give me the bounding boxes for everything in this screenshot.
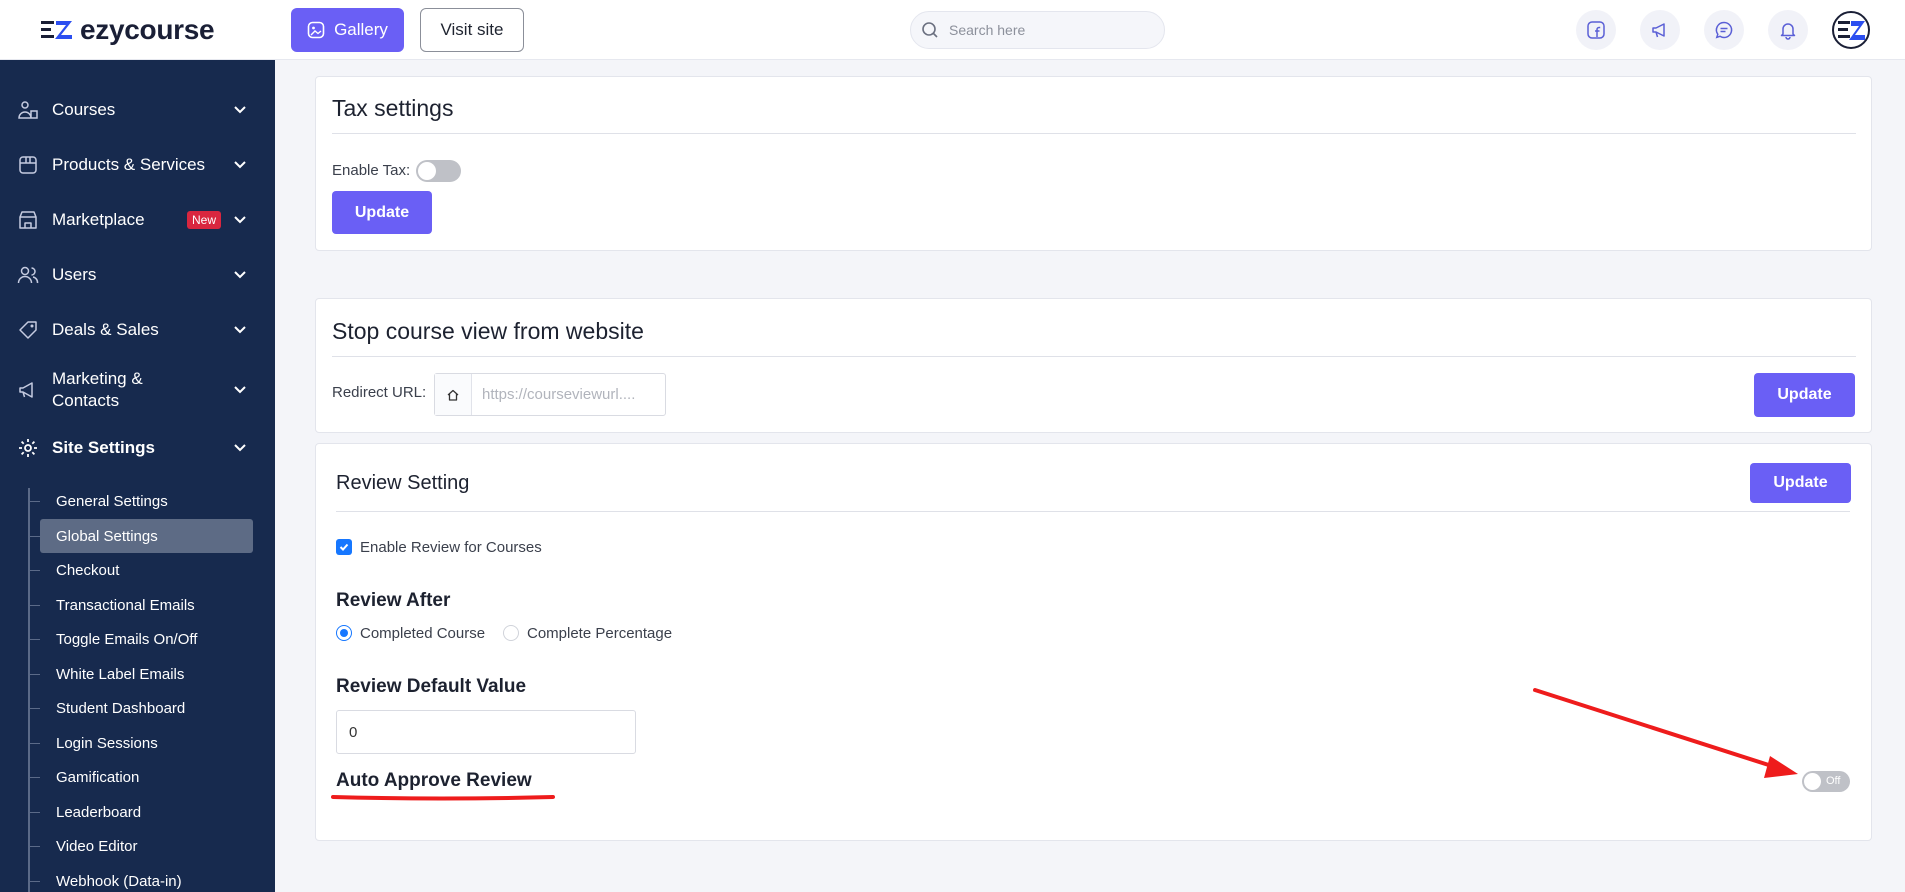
gallery-icon: [307, 21, 325, 39]
sidebar-item-users[interactable]: Users: [0, 257, 275, 293]
search-box[interactable]: [910, 11, 1165, 49]
sidebar-item-label: Courses: [52, 100, 116, 119]
facebook-button[interactable]: [1576, 10, 1616, 50]
store-icon: [16, 208, 40, 232]
sidebar-sub-login-sessions[interactable]: Login Sessions: [30, 726, 253, 760]
radio-complete-percentage[interactable]: [503, 625, 519, 641]
radio-completed-course-label: Completed Course: [360, 625, 486, 642]
redirect-url-label: Redirect URL:: [332, 384, 427, 401]
enable-tax-toggle[interactable]: [416, 160, 461, 182]
tag-icon: [16, 318, 40, 342]
sidebar-sub-white-label-emails[interactable]: White Label Emails: [30, 657, 253, 691]
redirect-url-input[interactable]: [472, 386, 662, 403]
review-setting-card: [315, 443, 1872, 841]
chevron-down-icon: [234, 216, 246, 224]
gallery-label: Gallery: [334, 20, 388, 39]
chevron-down-icon: [234, 326, 246, 334]
sidebar-sub-transactional-emails[interactable]: Transactional Emails: [30, 588, 253, 622]
chevron-down-icon: [234, 161, 246, 169]
new-badge: New: [187, 211, 222, 229]
messages-button[interactable]: [1704, 10, 1744, 50]
divider: [336, 511, 1850, 512]
notifications-button[interactable]: [1768, 10, 1808, 50]
sidebar-sub-gamification[interactable]: Gamification: [30, 760, 253, 794]
chevron-down-icon: [234, 271, 246, 279]
tax-settings-card: [315, 76, 1872, 251]
gear-icon: [16, 436, 40, 460]
review-update-button[interactable]: Update: [1750, 463, 1851, 503]
sidebar-sub-student-dashboard[interactable]: Student Dashboard: [30, 691, 253, 725]
megaphone-icon: [16, 378, 40, 402]
avatar-logo-icon: [1832, 11, 1870, 49]
search-input[interactable]: [949, 22, 1149, 38]
auto-approve-heading: Auto Approve Review: [336, 770, 532, 791]
top-bar: ezycourse Gallery Visit site: [0, 0, 1905, 60]
sidebar-item-marketplace[interactable]: Marketplace New: [0, 202, 275, 238]
stop-view-update-button[interactable]: Update: [1754, 373, 1855, 417]
users-icon: [16, 263, 40, 287]
redirect-url-field[interactable]: [434, 373, 666, 416]
search-icon: [922, 22, 938, 38]
box-icon: [16, 153, 40, 177]
sidebar-item-label: Marketplace: [52, 210, 145, 229]
ez-logo-icon: [41, 21, 72, 39]
visit-site-button[interactable]: Visit site: [420, 8, 524, 52]
divider: [332, 133, 1856, 134]
sidebar: Courses Products & Services Marketplace …: [0, 60, 275, 892]
sidebar-item-marketing[interactable]: Marketing & Contacts: [0, 365, 275, 415]
sidebar-sub-general-settings[interactable]: General Settings: [30, 484, 253, 518]
review-setting-title: Review Setting: [336, 472, 470, 494]
brand-logo[interactable]: ezycourse: [38, 12, 268, 48]
stop-course-view-title: Stop course view from website: [332, 318, 644, 344]
user-avatar[interactable]: [1832, 11, 1870, 49]
sidebar-item-deals[interactable]: Deals & Sales: [0, 312, 275, 348]
sidebar-sub-global-settings[interactable]: Global Settings: [30, 519, 253, 553]
bell-icon: [1780, 23, 1796, 40]
radio-completed-course[interactable]: [336, 625, 352, 641]
sidebar-item-site-settings[interactable]: Site Settings: [0, 430, 275, 466]
sidebar-sub-toggle-emails[interactable]: Toggle Emails On/Off: [30, 622, 253, 656]
divider: [332, 356, 1856, 357]
chat-icon: [1715, 21, 1733, 39]
auto-approve-toggle[interactable]: Off: [1802, 771, 1850, 792]
tax-update-button[interactable]: Update: [332, 191, 432, 234]
sidebar-item-label: Site Settings: [52, 438, 155, 457]
chevron-down-icon: [234, 386, 246, 394]
enable-review-label: Enable Review for Courses: [360, 539, 542, 556]
enable-tax-label: Enable Tax:: [332, 162, 411, 179]
announcements-button[interactable]: [1640, 10, 1680, 50]
facebook-icon: [1587, 21, 1605, 39]
review-default-value-heading: Review Default Value: [336, 676, 527, 697]
sidebar-sub-checkout[interactable]: Checkout: [30, 553, 253, 587]
check-icon: [339, 543, 349, 551]
sidebar-item-label: Users: [52, 265, 97, 284]
review-after-heading: Review After: [336, 590, 451, 611]
brand-name: ezycourse: [80, 14, 215, 45]
sidebar-item-label: Deals & Sales: [52, 320, 159, 339]
auto-approve-toggle-state: Off: [1826, 775, 1841, 787]
chevron-down-icon: [234, 444, 246, 452]
radio-complete-percentage-label: Complete Percentage: [527, 625, 673, 642]
submenu-tree-line: [28, 488, 30, 892]
sidebar-sub-video-editor[interactable]: Video Editor: [30, 829, 253, 863]
home-icon: [435, 374, 472, 415]
gallery-button[interactable]: Gallery: [291, 8, 404, 52]
sidebar-item-label: Products & Services: [52, 155, 206, 174]
review-default-value-input[interactable]: [336, 710, 636, 754]
tax-settings-title: Tax settings: [332, 95, 454, 121]
courses-icon: [16, 98, 40, 122]
enable-review-checkbox[interactable]: [336, 539, 352, 555]
sidebar-item-courses[interactable]: Courses: [0, 92, 275, 128]
sidebar-sub-webhook[interactable]: Webhook (Data-in): [30, 864, 253, 892]
chevron-down-icon: [234, 106, 246, 114]
sidebar-item-label: Marketing & Contacts: [52, 369, 143, 410]
sidebar-sub-leaderboard[interactable]: Leaderboard: [30, 795, 253, 829]
megaphone-icon: [1652, 23, 1665, 38]
sidebar-item-products[interactable]: Products & Services: [0, 147, 275, 183]
